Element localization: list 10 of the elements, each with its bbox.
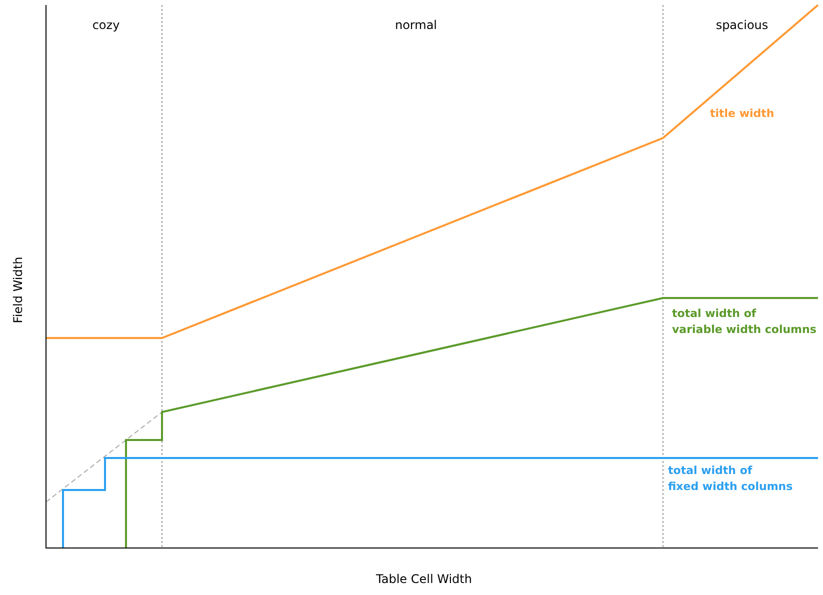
region-label: normal [394,18,438,32]
region-label: spacious [716,18,768,32]
x-axis-title: Table Cell Width [376,572,472,586]
series-label: variable width columns [672,323,816,336]
region-label: cozy [92,18,120,32]
series-label: total width of [668,464,752,477]
series-label: title width [710,107,774,120]
series-label: fixed width columns [668,480,793,493]
series-label: total width of [672,307,756,320]
y-axis-title: Field Width [11,256,25,324]
